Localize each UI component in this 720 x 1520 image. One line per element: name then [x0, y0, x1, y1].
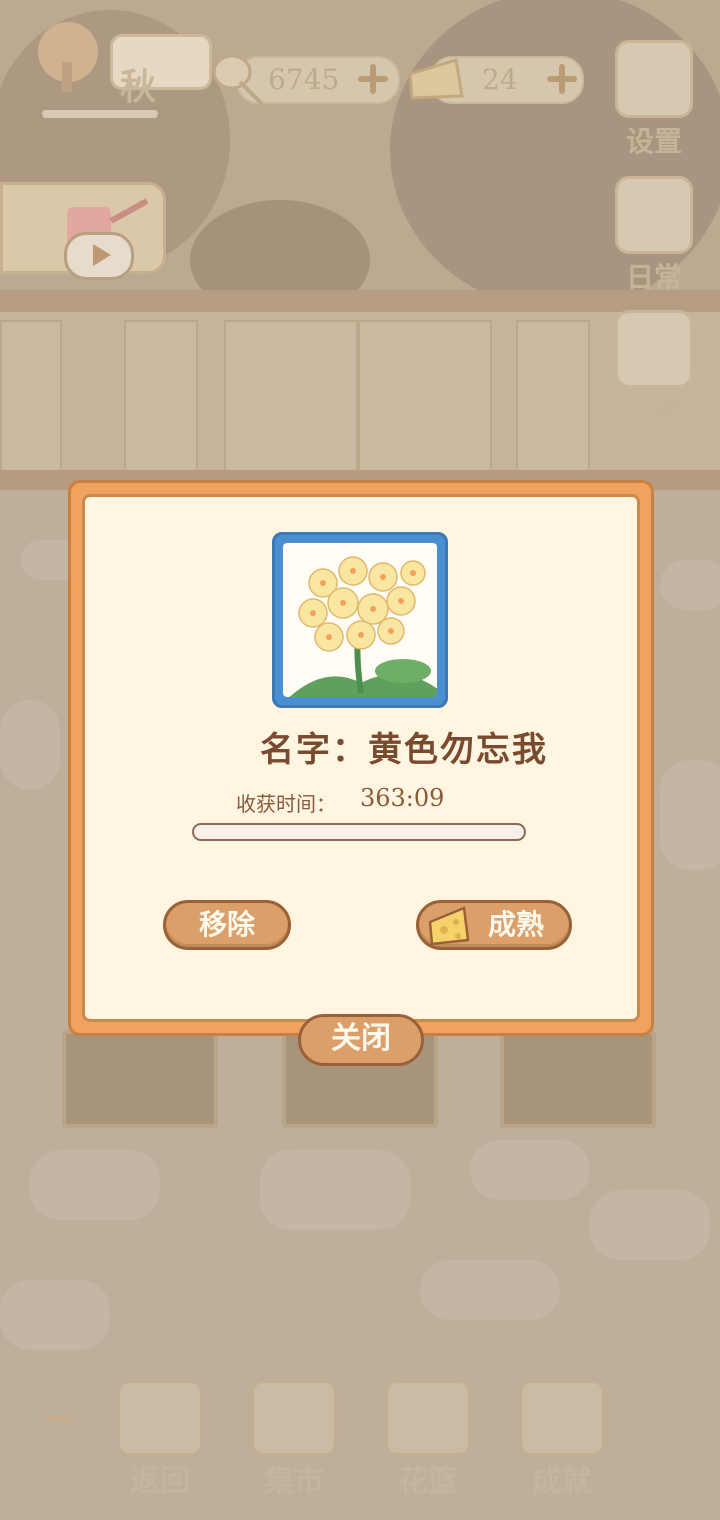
play-video-button[interactable]: [64, 232, 134, 280]
close-button[interactable]: 关闭: [298, 1014, 424, 1066]
season-progress: [42, 110, 158, 118]
add-fish-button[interactable]: [356, 62, 390, 96]
nav-achievements[interactable]: 成就: [516, 1380, 608, 1500]
expand-button[interactable]: 扩建: [614, 310, 694, 430]
nav-back[interactable]: 返回: [114, 1380, 206, 1500]
flower-image-frame: [272, 532, 448, 708]
gear-icon: [615, 40, 693, 118]
growth-progress-bar: [192, 823, 526, 841]
expand-label: 扩建: [625, 395, 682, 428]
season-label: 秋: [120, 67, 157, 108]
hammer-icon: [615, 310, 693, 388]
nav-indicator: [45, 1416, 75, 1422]
remove-button[interactable]: 移除: [163, 900, 291, 950]
nav-market[interactable]: 集市: [248, 1380, 340, 1500]
fish-bone-icon: [212, 54, 264, 106]
nav-market-label: 集市: [264, 1464, 324, 1499]
daily-label: 日常: [625, 261, 682, 294]
flower-name-line: 名字：黄色勿忘我: [0, 722, 720, 771]
flower-name: 黄色勿忘我: [368, 730, 548, 770]
harvest-time-value: 363:09: [360, 784, 445, 812]
name-label: 名字：: [260, 730, 368, 770]
nav-achievements-label: 成就: [532, 1464, 592, 1499]
settings-label: 设置: [625, 125, 682, 158]
nav-basket-label: 花篮: [398, 1464, 458, 1499]
cheese-icon: [408, 58, 464, 100]
nav-back-label: 返回: [130, 1464, 190, 1499]
trophy-icon: [519, 1380, 605, 1456]
fish-count: 6745: [268, 63, 340, 96]
settings-button[interactable]: 设置: [614, 40, 694, 160]
nav-basket[interactable]: 花篮: [382, 1380, 474, 1500]
basket-icon: [385, 1380, 471, 1456]
market-stall-icon: [251, 1380, 337, 1456]
cheese-icon: [428, 906, 470, 946]
window-icon: [117, 1380, 203, 1456]
harvest-time-label: 收获时间：: [236, 792, 336, 816]
yellow-flower-icon: [289, 556, 437, 697]
add-cheese-button[interactable]: [545, 62, 579, 96]
tree-icon: [38, 22, 98, 92]
daily-button[interactable]: 日常: [614, 176, 694, 296]
cheese-count: 24: [482, 63, 518, 96]
notes-icon: [615, 176, 693, 254]
